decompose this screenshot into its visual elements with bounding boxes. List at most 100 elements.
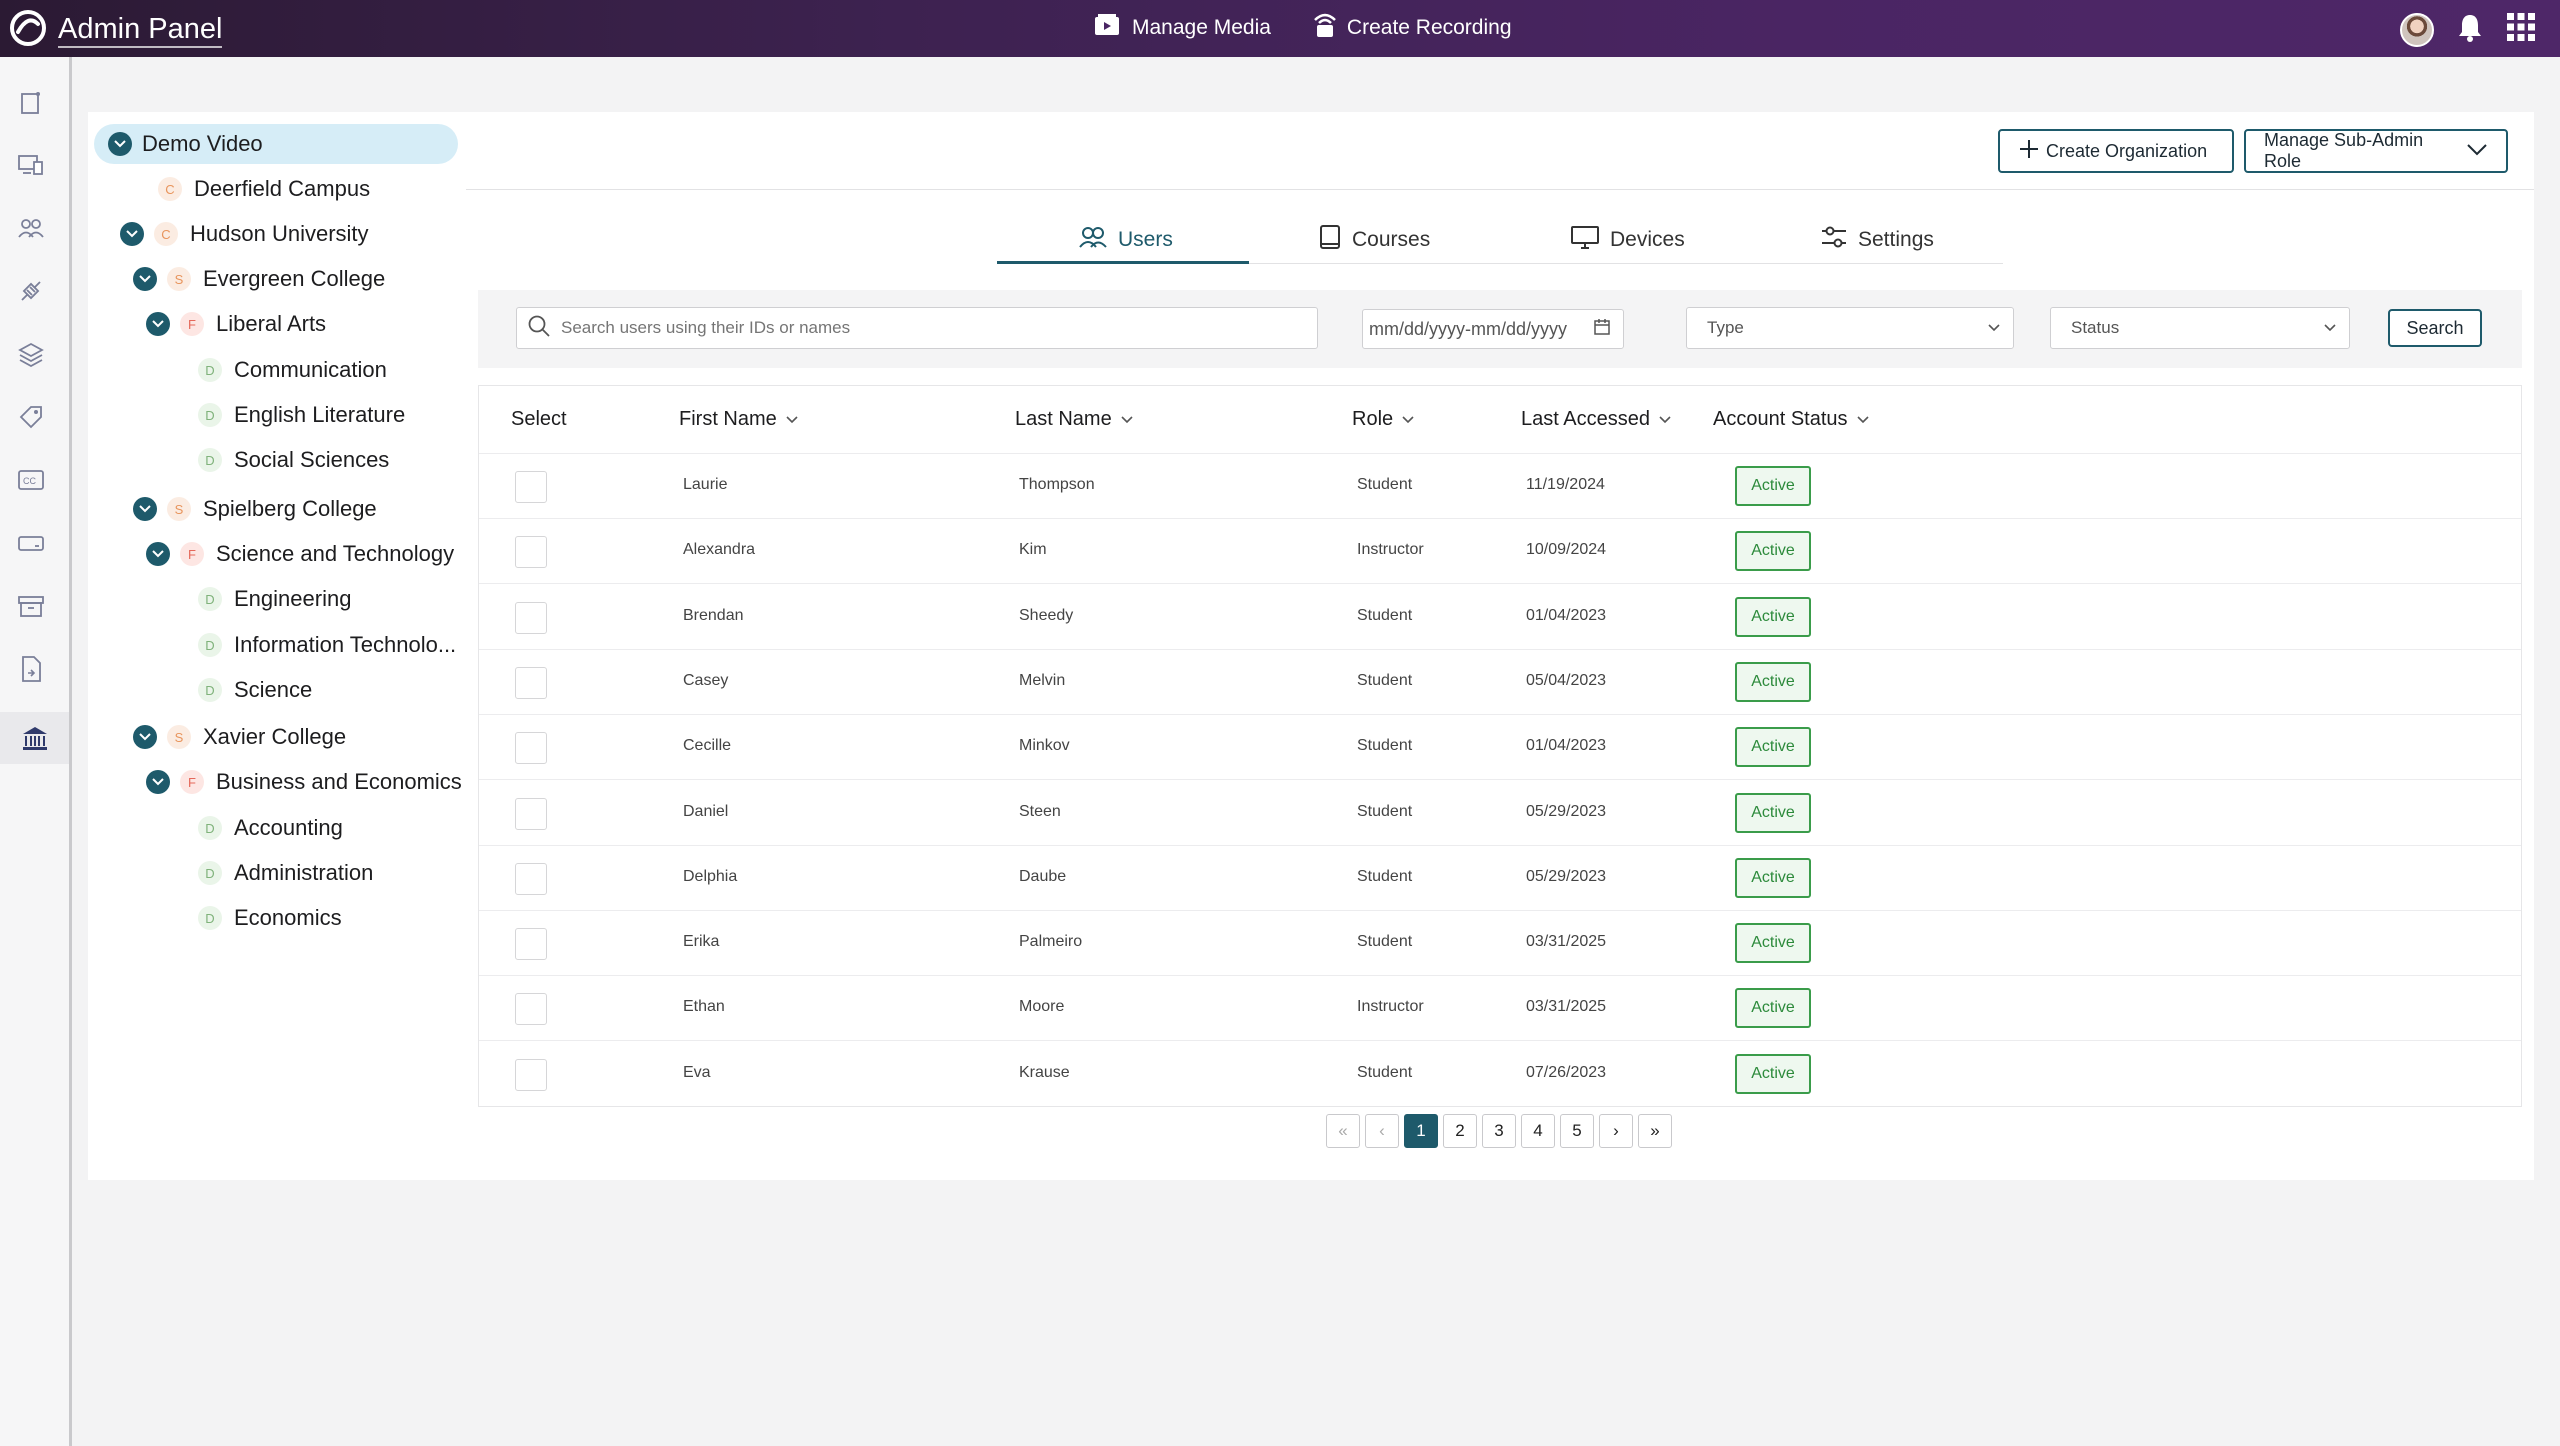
tree-node-engineering[interactable]: D Engineering (198, 579, 351, 619)
page-4-button[interactable]: 4 (1521, 1114, 1555, 1148)
tab-users[interactable]: Users (1078, 218, 1173, 262)
archive-icon[interactable] (16, 591, 46, 621)
integration-plug-icon[interactable] (16, 276, 46, 306)
chevron-down-icon[interactable] (146, 312, 170, 336)
previous-page-button[interactable]: ‹ (1365, 1114, 1399, 1148)
tree-node-science[interactable]: D Science (198, 670, 312, 710)
table-row[interactable]: Alexandra Kim Instructor 10/09/2024 Active (479, 519, 2521, 585)
row-checkbox[interactable] (515, 666, 547, 699)
next-page-button[interactable]: › (1599, 1114, 1633, 1148)
cell-first-name: Eva (683, 1063, 711, 1081)
row-checkbox[interactable] (515, 797, 547, 830)
tree-node-xavier-college[interactable]: S Xavier College (133, 717, 346, 757)
status-select[interactable]: Status (2050, 307, 2350, 349)
tree-node-accounting[interactable]: D Accounting (198, 808, 343, 848)
chevron-down-icon[interactable] (146, 770, 170, 794)
date-range-input[interactable]: mm/dd/yyyy-mm/dd/yyyy (1362, 309, 1624, 349)
tree-node-economics[interactable]: D Economics (198, 898, 342, 938)
column-header-last-name[interactable]: Last Name (1015, 408, 1134, 431)
document-icon[interactable] (16, 87, 46, 117)
tree-node-deerfield-campus[interactable]: C Deerfield Campus (158, 169, 370, 209)
chevron-down-icon[interactable] (133, 725, 157, 749)
search-input[interactable] (561, 318, 1281, 338)
captions-icon[interactable]: CC (16, 465, 46, 495)
brand[interactable]: Admin Panel (8, 8, 223, 53)
page-3-button[interactable]: 3 (1482, 1114, 1516, 1148)
column-header-first-name[interactable]: First Name (679, 408, 799, 431)
table-row[interactable]: Laurie Thompson Student 11/19/2024 Active (479, 454, 2521, 519)
create-organization-button[interactable]: Create Organization (1998, 129, 2234, 173)
column-header-last-accessed[interactable]: Last Accessed (1521, 408, 1672, 431)
tab-settings[interactable]: Settings (1820, 218, 1934, 262)
last-page-button[interactable]: » (1638, 1114, 1672, 1148)
tree-node-label: Xavier College (203, 724, 347, 749)
row-checkbox[interactable] (515, 862, 547, 895)
search-button[interactable]: Search (2388, 309, 2482, 347)
tree-node-social-sciences[interactable]: D Social Sciences (198, 440, 389, 480)
page-1-button[interactable]: 1 (1404, 1114, 1438, 1148)
tree-node-communication[interactable]: D Communication (198, 350, 387, 390)
first-page-button[interactable]: « (1326, 1114, 1360, 1148)
devices-icon[interactable] (16, 150, 46, 180)
avatar[interactable] (2400, 12, 2434, 47)
tree-node-liberal-arts[interactable]: F Liberal Arts (146, 304, 326, 344)
layers-icon[interactable] (16, 339, 46, 369)
tree-node-hudson-university[interactable]: C Hudson University (120, 214, 369, 254)
row-checkbox[interactable] (515, 993, 547, 1026)
row-checkbox[interactable] (515, 471, 547, 503)
row-checkbox[interactable] (515, 1058, 547, 1091)
table-row[interactable]: Daniel Steen Student 05/29/2023 Active (479, 781, 2521, 846)
tree-node-administration[interactable]: D Administration (198, 853, 373, 893)
cell-last-accessed: 05/29/2023 (1526, 802, 1607, 820)
tree-node-english-literature[interactable]: D English Literature (198, 395, 405, 435)
table-row[interactable]: Cecille Minkov Student 01/04/2023 Active (479, 715, 2521, 781)
column-header-account-status[interactable]: Account Status (1713, 408, 1870, 431)
chevron-down-icon[interactable] (120, 222, 144, 246)
chevron-down-icon[interactable] (108, 132, 132, 156)
manage-sub-admin-role-button[interactable]: Manage Sub-Admin Role (2244, 129, 2508, 173)
table-row[interactable]: Delphia Daube Student 05/29/2023 Active (479, 846, 2521, 911)
tree-node-evergreen-college[interactable]: S Evergreen College (133, 259, 385, 299)
cell-role: Student (1357, 476, 1413, 493)
file-export-icon[interactable] (16, 654, 46, 684)
node-type-badge: D (198, 861, 222, 885)
calendar-icon[interactable] (1593, 318, 1611, 341)
row-checkbox[interactable] (515, 536, 547, 569)
tree-node-business-and-economics[interactable]: F Business and Economics (146, 762, 462, 802)
search-field[interactable] (516, 307, 1318, 349)
chevron-down-icon[interactable] (146, 542, 170, 566)
table-row[interactable]: Casey Melvin Student 05/04/2023 Active (479, 650, 2521, 715)
tag-icon[interactable] (16, 402, 46, 432)
page-5-button[interactable]: 5 (1560, 1114, 1594, 1148)
row-checkbox[interactable] (515, 928, 547, 961)
status-badge: Active (1735, 596, 1811, 637)
tab-devices[interactable]: Devices (1570, 218, 1685, 262)
manage-media-link[interactable]: Manage Media (1094, 12, 1271, 44)
institution-icon[interactable] (0, 712, 69, 764)
page-2-button[interactable]: 2 (1443, 1114, 1477, 1148)
table-row[interactable]: Eva Krause Student 07/26/2023 Active (479, 1042, 2521, 1107)
row-checkbox[interactable] (515, 601, 547, 634)
tree-node-science-and-technology[interactable]: F Science and Technology (146, 534, 454, 574)
group-icon[interactable] (16, 213, 46, 243)
table-row[interactable]: Brendan Sheedy Student 01/04/2023 Active (479, 585, 2521, 650)
chevron-down-icon[interactable] (133, 497, 157, 521)
chevron-down-icon[interactable] (133, 267, 157, 291)
create-recording-link[interactable]: Create Recording (1311, 12, 1512, 44)
card-icon[interactable] (16, 528, 46, 558)
cell-last-accessed: 11/19/2024 (1526, 476, 1605, 493)
create-recording-label: Create Recording (1346, 16, 1512, 39)
tree-node-demo-video[interactable]: Demo Video (94, 124, 458, 164)
table-row[interactable]: Erika Palmeiro Student 03/31/2025 Active (479, 911, 2521, 977)
tab-courses[interactable]: Courses (1318, 218, 1430, 262)
type-select[interactable]: Type (1686, 307, 2014, 349)
pagination: «‹ 1 2 3 4 5 ›» (1326, 1114, 1672, 1148)
column-header-role[interactable]: Role (1352, 408, 1415, 431)
cell-last-accessed: 05/29/2023 (1526, 867, 1607, 885)
bell-icon[interactable] (2456, 12, 2484, 47)
tree-node-spielberg-college[interactable]: S Spielberg College (133, 489, 377, 529)
row-checkbox[interactable] (515, 732, 547, 765)
tree-node-information-technolo[interactable]: D Information Technolo... (198, 625, 456, 665)
apps-grid-icon[interactable] (2506, 12, 2536, 47)
table-row[interactable]: Ethan Moore Instructor 03/31/2025 Active (479, 976, 2521, 1042)
